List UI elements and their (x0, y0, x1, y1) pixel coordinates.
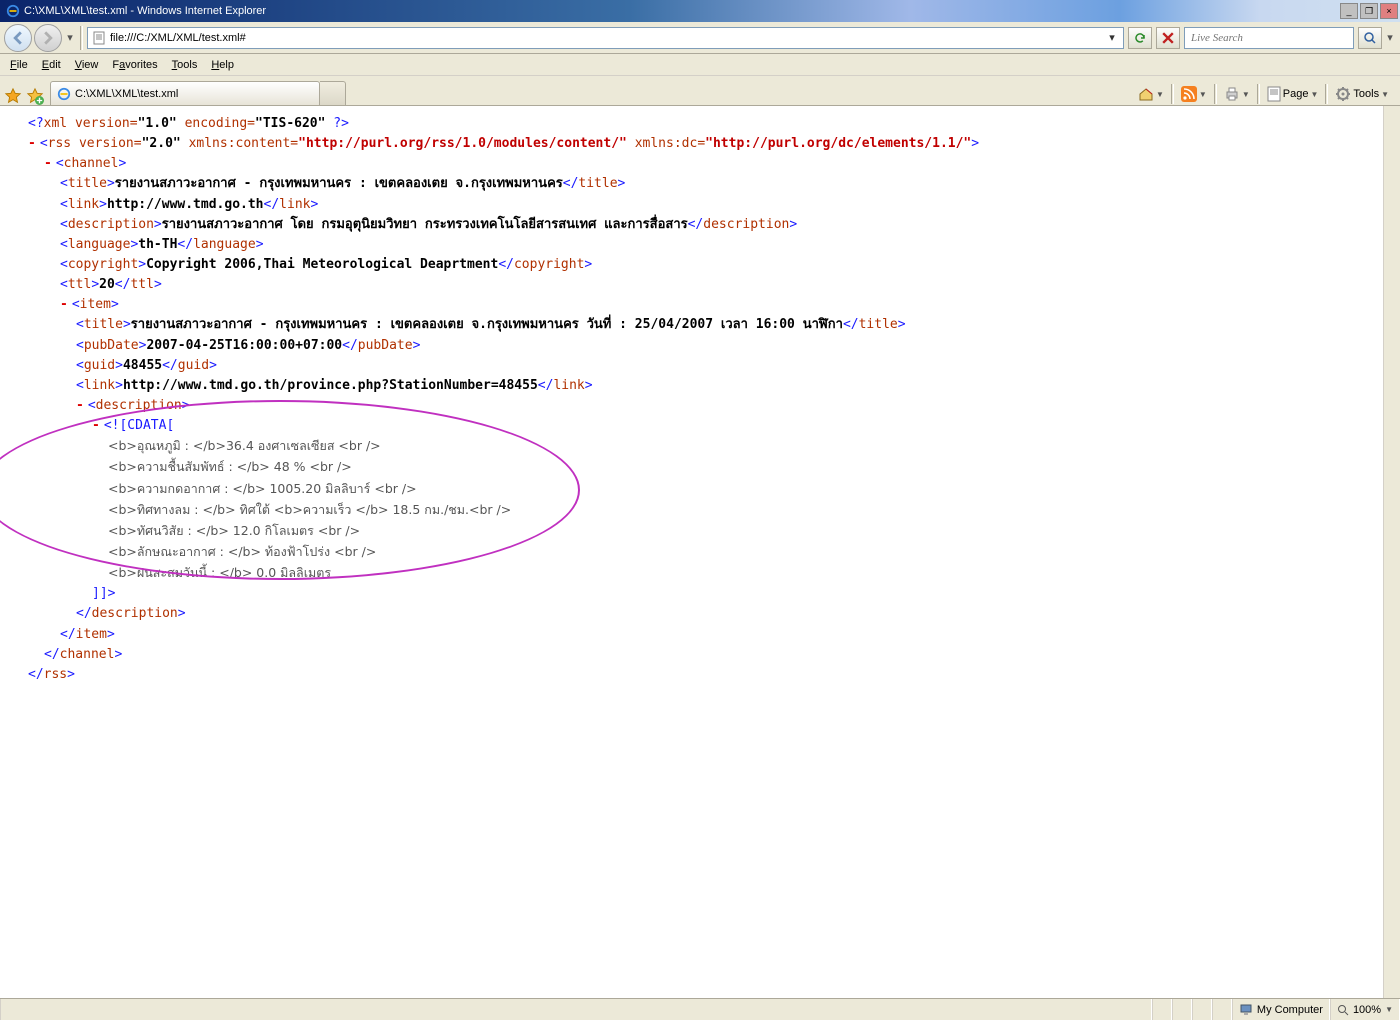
status-cell (1152, 999, 1172, 1020)
collapse-toggle[interactable]: - (92, 418, 104, 433)
menu-help[interactable]: Help (205, 57, 240, 73)
window-title: C:\XML\XML\test.xml - Windows Internet E… (24, 5, 1340, 17)
address-dropdown[interactable]: ▾ (1105, 31, 1119, 44)
page-label: Page (1283, 88, 1309, 100)
menu-favorites[interactable]: Favorites (106, 57, 163, 73)
xml-view: <?xml version="1.0" encoding="TIS-620" ?… (0, 106, 1383, 998)
menu-bar: File Edit View Favorites Tools Help (0, 54, 1400, 76)
separator (80, 26, 83, 50)
zoom-icon (1337, 1004, 1349, 1016)
status-message (0, 999, 1152, 1020)
status-cell (1212, 999, 1232, 1020)
tab-row: C:\XML\XML\test.xml ▼ ▼ ▼ Page▼ Tools▼ (0, 76, 1400, 106)
page-menu[interactable]: Page▼ (1262, 83, 1324, 105)
minimize-button[interactable]: _ (1340, 3, 1358, 19)
status-bar: My Computer 100% ▼ (0, 998, 1400, 1020)
command-bar: ▼ ▼ ▼ Page▼ Tools▼ (1127, 83, 1400, 105)
favorites-center-button[interactable] (4, 87, 22, 105)
collapse-toggle[interactable]: - (76, 398, 88, 413)
status-cell (1192, 999, 1212, 1020)
new-tab-button[interactable] (320, 81, 346, 105)
zone-label: My Computer (1257, 1004, 1323, 1016)
menu-edit[interactable]: Edit (36, 57, 67, 73)
print-button[interactable]: ▼ (1219, 83, 1255, 105)
refresh-button[interactable] (1128, 27, 1152, 49)
home-button[interactable]: ▼ (1133, 83, 1169, 105)
stop-button[interactable] (1156, 27, 1180, 49)
titlebar: C:\XML\XML\test.xml - Windows Internet E… (0, 0, 1400, 22)
address-text: file:///C:/XML/XML/test.xml# (110, 32, 1101, 44)
close-button[interactable]: × (1380, 3, 1398, 19)
search-button[interactable] (1358, 27, 1382, 49)
computer-icon (1239, 1003, 1253, 1017)
security-zone[interactable]: My Computer (1232, 999, 1330, 1020)
ie-icon (57, 87, 71, 101)
tab-label: C:\XML\XML\test.xml (75, 88, 178, 100)
tools-label: Tools (1353, 88, 1379, 100)
restore-button[interactable]: ❐ (1360, 3, 1378, 19)
address-bar[interactable]: file:///C:/XML/XML/test.xml# ▾ (87, 27, 1124, 49)
tools-menu[interactable]: Tools▼ (1330, 83, 1394, 105)
collapse-toggle[interactable]: - (28, 136, 40, 151)
collapse-toggle[interactable]: - (60, 297, 72, 312)
back-button[interactable] (4, 24, 32, 52)
vertical-scrollbar[interactable] (1383, 106, 1400, 998)
menu-file[interactable]: File (4, 57, 34, 73)
tab-active[interactable]: C:\XML\XML\test.xml (50, 81, 320, 105)
page-icon (92, 31, 106, 45)
search-box[interactable] (1184, 27, 1354, 49)
ie-icon (6, 4, 20, 18)
feeds-button[interactable]: ▼ (1176, 83, 1212, 105)
forward-button[interactable] (34, 24, 62, 52)
menu-view[interactable]: View (69, 57, 105, 73)
search-dropdown[interactable]: ▾ (1384, 24, 1396, 52)
zoom-label: 100% (1353, 1004, 1381, 1016)
add-favorite-button[interactable] (26, 87, 44, 105)
status-cell (1172, 999, 1192, 1020)
collapse-toggle[interactable]: - (44, 156, 56, 171)
search-input[interactable] (1189, 31, 1349, 45)
history-dropdown[interactable]: ▾ (64, 24, 76, 52)
nav-toolbar: ▾ file:///C:/XML/XML/test.xml# ▾ ▾ (0, 22, 1400, 54)
menu-tools[interactable]: Tools (166, 57, 204, 73)
zoom-control[interactable]: 100% ▼ (1330, 999, 1400, 1020)
